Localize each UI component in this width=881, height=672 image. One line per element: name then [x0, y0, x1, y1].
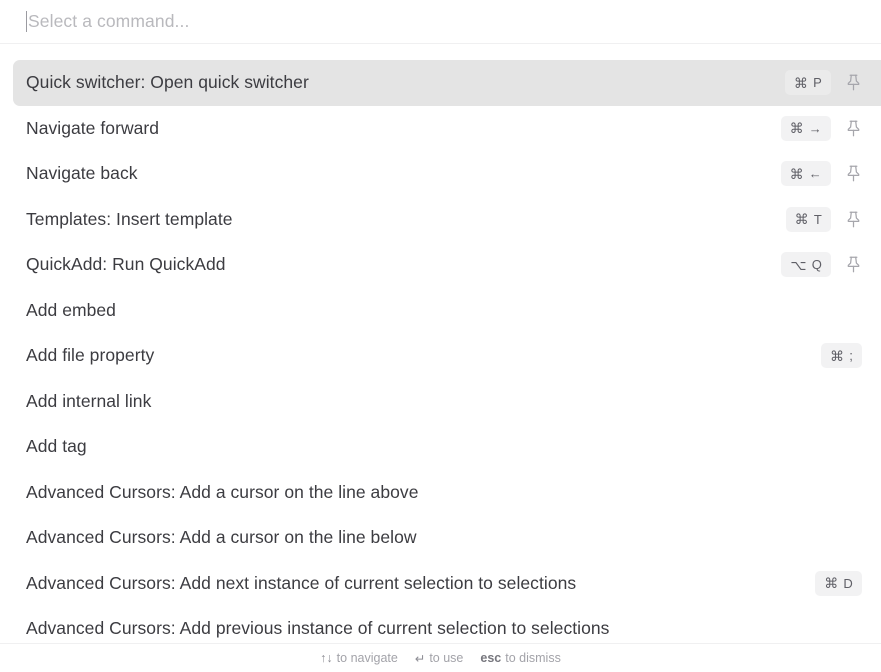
shortcut-slot: ⌘;: [816, 343, 862, 369]
hint-dismiss: esc to dismiss: [480, 651, 560, 665]
shortcut-slot: ⌘ →: [780, 115, 831, 141]
pin-icon[interactable]: [845, 73, 862, 92]
keyboard-shortcut: ⌘;: [820, 343, 862, 369]
shortcut-key: ;: [849, 348, 853, 364]
command-row[interactable]: Navigate forward ⌘ →: [0, 106, 881, 152]
command-row[interactable]: Add tag: [0, 424, 881, 470]
command-row[interactable]: Advanced Cursors: Add a cursor on the li…: [0, 515, 881, 561]
shortcut-key: ←: [808, 166, 822, 182]
keyboard-shortcut: ⌘ P: [784, 70, 831, 96]
keyboard-shortcut: ⌘ D: [815, 570, 862, 596]
row-accessories: ⌘;: [816, 343, 862, 369]
row-accessories: ⌘ P: [784, 70, 862, 96]
command-row[interactable]: Add internal link: [0, 379, 881, 425]
keyboard-shortcut: ⌥ Q: [781, 252, 831, 278]
command-label: Navigate back: [26, 163, 138, 183]
command-label: Quick switcher: Open quick switcher: [26, 72, 309, 92]
row-accessories: ⌘ →: [780, 115, 862, 141]
shortcut-slot: ⌥ Q: [781, 252, 831, 278]
keyboard-shortcut: ⌘ ←: [780, 161, 831, 187]
keyboard-shortcut: ⌘ →: [780, 115, 831, 141]
command-label: Templates: Insert template: [26, 208, 233, 229]
row-accessories: ⌥ Q: [781, 252, 862, 278]
command-label: Advanced Cursors: Add a cursor on the li…: [26, 527, 417, 547]
shortcut-modifier-key: ⌥: [790, 256, 807, 273]
hint-use-label: to use: [429, 651, 464, 665]
hint-dismiss-label: to dismiss: [505, 651, 561, 665]
shortcut-modifier-key: ⌘: [794, 211, 809, 228]
command-label: Navigate forward: [26, 117, 160, 138]
hint-navigate: ↑↓ to navigate: [320, 651, 398, 665]
hint-use: ↵ to use: [415, 651, 464, 666]
row-accessories: ⌘ ←: [780, 161, 862, 187]
command-row[interactable]: Navigate back ⌘ ←: [0, 151, 881, 197]
command-label: QuickAdd: Run QuickAdd: [26, 254, 226, 274]
command-palette: Select a command... Quick switcher: Open…: [0, 0, 881, 672]
command-label: Add file property: [26, 345, 155, 365]
command-label: Add internal link: [26, 390, 152, 411]
command-row[interactable]: Templates: Insert template ⌘ T: [0, 197, 881, 243]
command-row[interactable]: Advanced Cursors: Add next instance of c…: [0, 561, 881, 607]
command-row[interactable]: Quick switcher: Open quick switcher ⌘ P: [13, 60, 881, 106]
command-search-row[interactable]: Select a command...: [0, 0, 881, 44]
command-row[interactable]: Advanced Cursors: Add a cursor on the li…: [0, 470, 881, 516]
command-label: Add tag: [26, 436, 87, 456]
hint-navigate-label: to navigate: [336, 651, 398, 665]
shortcut-slot: ⌘ T: [785, 206, 831, 232]
command-label: Advanced Cursors: Add previous instance …: [26, 618, 610, 638]
shortcut-key: P: [813, 75, 822, 91]
shortcut-modifier-key: ⌘: [789, 120, 804, 137]
shortcut-modifier-key: ⌘: [793, 74, 809, 91]
pin-icon[interactable]: [845, 164, 862, 183]
command-row[interactable]: Add embed: [0, 288, 881, 334]
row-accessories: ⌘ D: [815, 570, 862, 596]
esc-key-label: esc: [480, 651, 502, 665]
command-row[interactable]: Advanced Cursors: Add previous instance …: [0, 606, 881, 643]
shortcut-key: →: [808, 120, 822, 136]
keyboard-shortcut: ⌘ T: [785, 206, 831, 232]
command-results-list: Quick switcher: Open quick switcher ⌘ P Nav…: [0, 44, 881, 643]
shortcut-modifier-key: ⌘: [824, 575, 839, 592]
command-label: Advanced Cursors: Add next instance of c…: [26, 572, 577, 593]
enter-arrow-icon: ↵: [414, 651, 426, 666]
row-accessories: ⌘ T: [785, 206, 862, 232]
command-row[interactable]: QuickAdd: Run QuickAdd ⌥ Q: [0, 242, 881, 288]
command-label: Advanced Cursors: Add a cursor on the li…: [26, 481, 419, 502]
shortcut-modifier-key: ⌘: [789, 165, 804, 182]
search-input[interactable]: Select a command...: [28, 12, 189, 31]
palette-footer: ↑↓ to navigate ↵ to use esc to dismiss: [0, 643, 881, 672]
pin-icon[interactable]: [845, 210, 862, 229]
command-label: Add embed: [26, 299, 116, 320]
shortcut-slot: ⌘ P: [784, 70, 831, 96]
shortcut-slot: ⌘ D: [815, 570, 862, 596]
command-row[interactable]: Add file property ⌘;: [0, 333, 881, 379]
pin-icon[interactable]: [845, 119, 862, 138]
pin-icon[interactable]: [845, 255, 862, 274]
arrow-up-down-icon: ↑↓: [320, 651, 333, 665]
shortcut-slot: ⌘ ←: [780, 161, 831, 187]
shortcut-key: Q: [811, 257, 822, 273]
shortcut-modifier-key: ⌘: [829, 347, 845, 364]
shortcut-key: T: [813, 211, 822, 227]
shortcut-key: D: [843, 575, 853, 591]
text-caret: [26, 11, 27, 32]
